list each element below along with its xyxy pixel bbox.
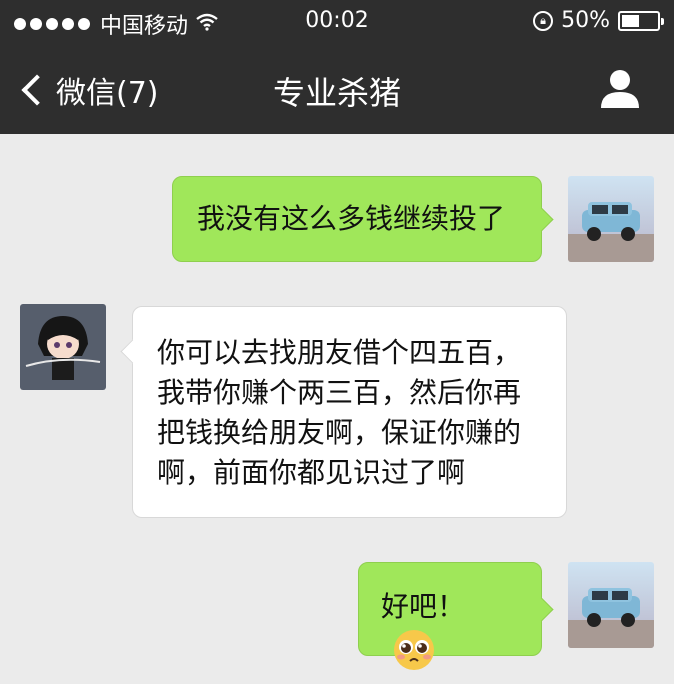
message-line: 你可以去找朋友借个四五百， xyxy=(157,336,522,369)
message-bubble-incoming[interactable]: 你可以去找朋友借个四五百， 我带你赚个两三百，然后你再 把钱换给朋友啊，保证你赚… xyxy=(120,306,567,518)
profile-icon[interactable] xyxy=(598,66,642,110)
message-line: 把钱换给朋友啊，保证你赚的 xyxy=(157,416,522,449)
battery-percent: 50% xyxy=(561,8,610,33)
message-line: 啊，前面你都见识过了啊 xyxy=(157,456,466,489)
pleading-face-emoji-icon xyxy=(391,627,437,684)
nav-bar: 微信(7) 专业杀猪 xyxy=(0,44,674,134)
chat-title: 专业杀猪 xyxy=(272,74,401,112)
battery-icon xyxy=(618,10,664,31)
rotation-lock-icon: 🔒︎ xyxy=(533,10,554,31)
message-bubble-outgoing[interactable]: 好吧！ xyxy=(358,562,554,670)
message-bubble-outgoing[interactable]: 我没有这么多钱继续投了 xyxy=(172,176,554,262)
car-avatar[interactable] xyxy=(568,176,654,262)
status-bar: 中国移动 00:02 🔒︎ 50% xyxy=(0,0,674,44)
car-avatar[interactable] xyxy=(568,562,654,648)
message-text: 我没有这么多钱继续投了 xyxy=(197,202,506,235)
message-line: 我带你赚个两三百，然后你再 xyxy=(157,376,522,409)
anime-avatar[interactable] xyxy=(20,304,106,390)
message-text: 好吧！ xyxy=(381,590,466,623)
chat-area[interactable]: 我没有这么多钱继续投了 你可以去找朋友借个四五百， 我带你赚个两三百，然后你再 … xyxy=(0,134,674,670)
status-right: 🔒︎ 50% xyxy=(533,8,664,33)
